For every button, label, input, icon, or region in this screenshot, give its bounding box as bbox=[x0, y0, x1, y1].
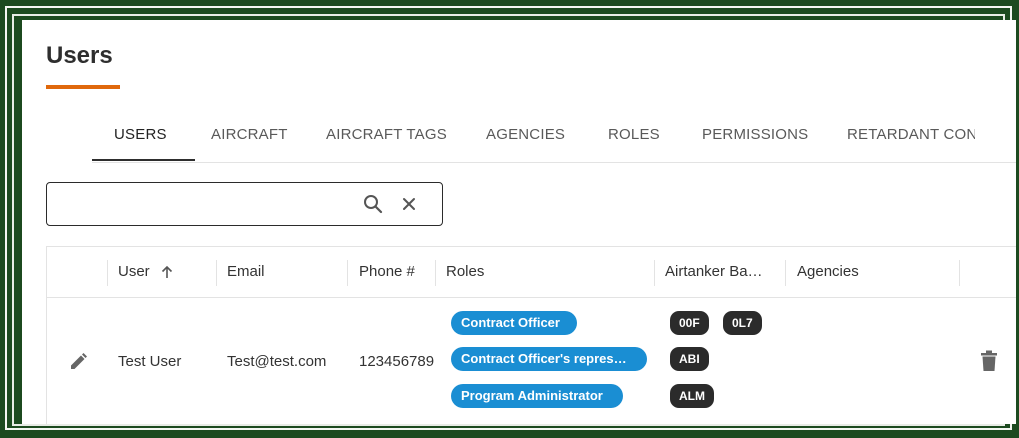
tab-permissions[interactable]: PERMISSIONS bbox=[702, 116, 808, 161]
airtanker-base-chip: 0L7 bbox=[723, 311, 762, 335]
column-separator bbox=[959, 260, 960, 286]
search-icon[interactable] bbox=[363, 194, 383, 214]
airtanker-base-chip: 00F bbox=[670, 311, 709, 335]
column-separator bbox=[347, 260, 348, 286]
column-separator bbox=[785, 260, 786, 286]
role-chip: Program Administrator bbox=[451, 384, 623, 408]
column-header-user[interactable]: User bbox=[118, 247, 174, 297]
column-separator bbox=[107, 260, 108, 286]
tab-retardant[interactable]: RETARDANT CON bbox=[847, 116, 975, 161]
role-chip: Contract Officer bbox=[451, 311, 577, 335]
page-title: Users bbox=[46, 42, 113, 69]
user-name: Test User bbox=[118, 353, 182, 370]
tab-users[interactable]: USERS bbox=[92, 116, 195, 161]
sort-ascending-icon[interactable] bbox=[160, 265, 174, 279]
column-header-airtanker-bases[interactable]: Airtanker Ba… bbox=[665, 247, 763, 297]
table-row: Test User Test@test.com 123456789 Contra… bbox=[47, 298, 1016, 424]
table-header: User Email Phone # Roles Airtanker Ba… A… bbox=[47, 247, 1016, 298]
clear-icon[interactable] bbox=[400, 195, 418, 213]
user-phone: 123456789 bbox=[359, 353, 434, 370]
column-separator bbox=[654, 260, 655, 286]
title-underline bbox=[46, 85, 120, 89]
airtanker-base-chip: ABI bbox=[670, 347, 709, 371]
search-input[interactable] bbox=[57, 191, 351, 219]
search-box bbox=[46, 182, 443, 226]
tab-bar: USERS AIRCRAFT AIRCRAFT TAGS AGENCIES RO… bbox=[92, 116, 1016, 163]
users-panel: Users USERS AIRCRAFT AIRCRAFT TAGS AGENC… bbox=[22, 20, 1016, 424]
tab-aircraft[interactable]: AIRCRAFT bbox=[211, 116, 288, 161]
airtanker-base-chip: ALM bbox=[670, 384, 714, 408]
users-table: User Email Phone # Roles Airtanker Ba… A… bbox=[46, 246, 1016, 424]
delete-icon[interactable] bbox=[980, 350, 998, 372]
column-header-agencies[interactable]: Agencies bbox=[797, 247, 859, 297]
tab-aircraft-tags[interactable]: AIRCRAFT TAGS bbox=[326, 116, 447, 161]
tab-roles[interactable]: ROLES bbox=[608, 116, 660, 161]
column-separator bbox=[435, 260, 436, 286]
column-header-roles[interactable]: Roles bbox=[446, 247, 484, 297]
column-header-phone[interactable]: Phone # bbox=[359, 247, 415, 297]
tab-agencies[interactable]: AGENCIES bbox=[486, 116, 565, 161]
edit-icon[interactable] bbox=[68, 352, 88, 372]
user-email: Test@test.com bbox=[227, 353, 327, 370]
column-separator bbox=[216, 260, 217, 286]
column-header-email[interactable]: Email bbox=[227, 247, 265, 297]
column-header-user-label: User bbox=[118, 263, 150, 280]
role-chip: Contract Officer's repres… bbox=[451, 347, 647, 371]
